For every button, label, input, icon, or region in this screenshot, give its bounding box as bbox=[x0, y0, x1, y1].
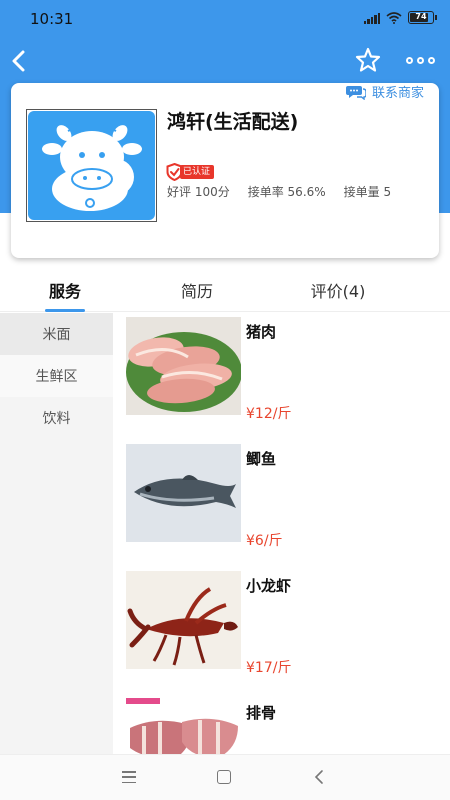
verified-label: 已认证 bbox=[180, 165, 215, 179]
product-price: ¥17/斤 bbox=[246, 660, 292, 676]
chevron-left-icon bbox=[12, 50, 25, 72]
status-icons: 74 bbox=[363, 11, 437, 24]
product-item[interactable]: 鲫鱼 ¥6/斤 bbox=[113, 444, 450, 564]
category-item-rice-noodles[interactable]: 米面 bbox=[0, 313, 113, 355]
product-item[interactable]: 排骨 bbox=[113, 698, 450, 754]
tab-resume[interactable]: 简历 bbox=[177, 278, 217, 302]
product-name: 小龙虾 bbox=[246, 577, 292, 595]
chat-bubble-icon bbox=[346, 85, 366, 100]
tab-services[interactable]: 服务 bbox=[45, 278, 85, 302]
category-sidebar: 米面 生鲜区 饮料 bbox=[0, 313, 113, 754]
tab-bar: 服务 简历 评价(4) bbox=[0, 270, 450, 312]
system-back-icon[interactable] bbox=[312, 769, 326, 785]
product-image-crayfish bbox=[126, 571, 241, 669]
favorite-star-icon[interactable] bbox=[354, 46, 382, 74]
product-image-pork bbox=[126, 317, 241, 415]
more-dot-icon bbox=[427, 56, 435, 64]
active-tab-indicator bbox=[45, 309, 85, 312]
shop-logo bbox=[26, 109, 157, 222]
cow-logo-icon bbox=[28, 111, 155, 220]
category-item-fresh[interactable]: 生鲜区 bbox=[0, 355, 113, 397]
wifi-icon bbox=[386, 11, 402, 24]
product-name: 排骨 bbox=[246, 704, 277, 722]
status-bar: 10:31 74 bbox=[0, 0, 450, 38]
system-navigation-bar bbox=[0, 754, 450, 800]
cellular-signal-icon bbox=[363, 12, 380, 24]
more-options-button[interactable] bbox=[402, 48, 438, 72]
product-item[interactable]: 小龙虾 ¥17/斤 bbox=[113, 571, 450, 691]
shop-stats: 好评 100分 接单率 56.6% 接单量 5 bbox=[167, 183, 391, 200]
contact-merchant-link[interactable]: 联系商家 bbox=[346, 82, 424, 101]
verified-badge: 已认证 bbox=[166, 163, 215, 181]
contact-merchant-label: 联系商家 bbox=[372, 86, 425, 101]
status-time: 10:31 bbox=[30, 10, 74, 28]
tab-reviews[interactable]: 评价(4) bbox=[303, 278, 373, 302]
category-item-drinks[interactable]: 饮料 bbox=[0, 397, 113, 439]
product-name: 猪肉 bbox=[246, 323, 277, 341]
product-price: ¥12/斤 bbox=[246, 406, 292, 422]
product-image-ribs bbox=[126, 698, 241, 754]
recent-apps-icon[interactable] bbox=[122, 771, 136, 783]
order-count-stat: 接单量 5 bbox=[343, 185, 392, 199]
home-icon[interactable] bbox=[217, 770, 231, 784]
product-image-crucian-carp bbox=[126, 444, 241, 542]
battery-icon: 74 bbox=[408, 11, 437, 24]
rating-stat: 好评 100分 bbox=[167, 185, 230, 199]
battery-level: 74 bbox=[415, 12, 427, 21]
product-list: 猪肉 ¥12/斤 鲫鱼 ¥6/斤 小龙虾 ¥17/斤 排骨 bbox=[113, 313, 450, 754]
product-price: ¥6/斤 bbox=[246, 533, 283, 549]
more-dot-icon bbox=[416, 56, 424, 64]
product-item[interactable]: 猪肉 ¥12/斤 bbox=[113, 317, 450, 437]
more-dot-icon bbox=[405, 56, 413, 64]
back-button[interactable] bbox=[6, 46, 30, 76]
accept-rate-stat: 接单率 56.6% bbox=[247, 185, 326, 199]
shop-name: 鸿轩(生活配送) bbox=[167, 111, 299, 133]
product-name: 鲫鱼 bbox=[246, 450, 277, 468]
